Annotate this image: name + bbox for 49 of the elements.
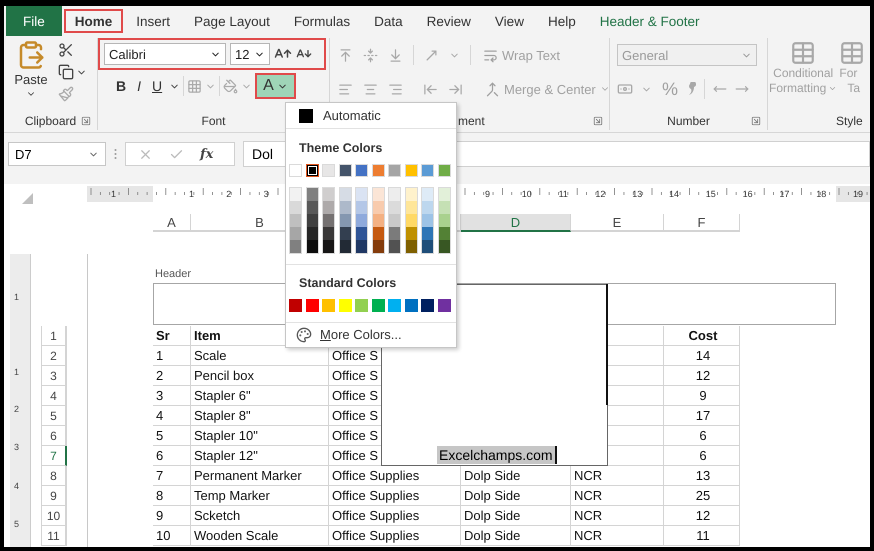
table-cell: NCR: [571, 526, 664, 546]
group-label: Style: [836, 114, 863, 128]
table-cell: Scketch: [191, 506, 329, 526]
table-cell: 10: [153, 526, 191, 546]
table-cell: 5: [153, 426, 191, 446]
table-cell: 2: [153, 366, 191, 386]
table-cell: Office Supplies: [329, 506, 461, 526]
table-cell: NCR: [571, 486, 664, 506]
table-cell: Office Supplies: [329, 486, 461, 506]
group-label: Number: [667, 114, 710, 128]
table-cell: 12: [664, 506, 740, 526]
table-cell: Stapler 12": [191, 446, 329, 466]
table-cell: Stapler 10": [191, 426, 329, 446]
vertical-ruler: 1 1 2 3 4 5: [10, 254, 31, 547]
table-cell: 4: [153, 406, 191, 426]
table-cell: Office Supplies: [329, 526, 461, 546]
table-cell: Stapler 8": [191, 406, 329, 426]
table-cell: 12: [664, 366, 740, 386]
table-cell: 1: [153, 346, 191, 366]
table-cell: 9: [153, 506, 191, 526]
table-cell: 7: [153, 466, 191, 486]
table-cell: Stapler 6": [191, 386, 329, 406]
table-cell: Pencil box: [191, 366, 329, 386]
table-cell: 6: [664, 426, 740, 446]
table-cell: Temp Marker: [191, 486, 329, 506]
table-cell: Dolp Side: [461, 526, 571, 546]
table-cell: NCR: [571, 506, 664, 526]
table-cell: Dolp Side: [461, 506, 571, 526]
table-cell: 3: [153, 386, 191, 406]
group-label: ment: [458, 114, 485, 128]
header-label: Header: [155, 268, 192, 281]
table-cell: 6: [153, 446, 191, 466]
table-cell: Sr: [153, 326, 191, 346]
table-cell: 11: [664, 526, 740, 546]
table-cell: 25: [664, 486, 740, 506]
header-text: Excelchamps.com: [437, 446, 557, 464]
group-label: Font: [201, 114, 226, 128]
table-cell: Wooden Scale: [191, 526, 329, 546]
menu-heading: Theme Colors: [298, 140, 384, 156]
table-cell: Permanent Marker: [191, 466, 329, 486]
group-label: Clipboard: [24, 114, 76, 128]
table-cell: Dolp Side: [461, 486, 571, 506]
table-cell: Cost: [664, 326, 740, 346]
table-cell: 9: [664, 386, 740, 406]
table-cell: 8: [153, 486, 191, 506]
table-cell: 14: [664, 346, 740, 366]
table-cell: 6: [664, 446, 740, 466]
table-cell: 17: [664, 406, 740, 426]
table-cell: 13: [664, 466, 740, 486]
